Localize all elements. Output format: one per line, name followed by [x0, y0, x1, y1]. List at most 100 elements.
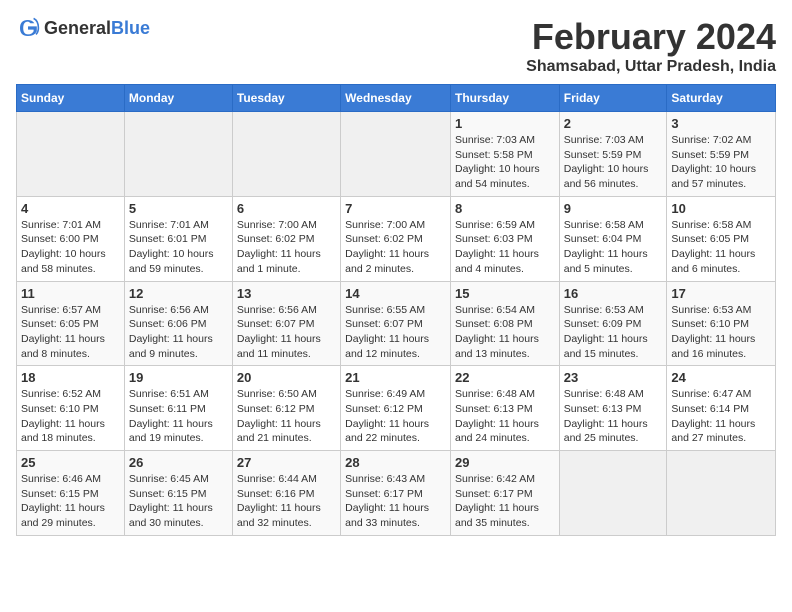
calendar-day-cell: 23Sunrise: 6:48 AM Sunset: 6:13 PM Dayli…: [559, 366, 667, 451]
calendar-day-cell: 29 Sunrise: 6:42 AM Sunset: 6:17 PM Dayli…: [450, 451, 559, 536]
weekday-header-row: SundayMondayTuesdayWednesdayThursdayFrid…: [17, 85, 776, 112]
day-info: Sunrise: 7:01 AM Sunset: 6:00 PM Dayligh…: [21, 218, 120, 277]
day-info: Sunrise: 6:50 AM Sunset: 6:12 PM Dayligh…: [237, 387, 336, 446]
weekday-header-cell: Sunday: [17, 85, 125, 112]
day-number: 22: [455, 370, 555, 385]
day-info: Sunrise: 6:47 AM Sunset: 6:14 PM Dayligh…: [671, 387, 771, 446]
calendar-day-cell: 12Sunrise: 6:56 AM Sunset: 6:06 PM Dayli…: [124, 281, 232, 366]
day-number: 23: [564, 370, 663, 385]
day-number: 7: [345, 201, 446, 216]
day-info: Sunrise: 6:43 AM Sunset: 6:17 PM Dayligh…: [345, 472, 446, 531]
day-info: Sunrise: 6:42 AM Sunset: 6:17 PM Dayligh…: [455, 472, 555, 531]
calendar-day-cell: 3 Sunrise: 7:02 AM Sunset: 5:59 PM Daylig…: [667, 112, 776, 197]
day-number: 24: [671, 370, 771, 385]
calendar-day-cell: 18 Sunrise: 6:52 AM Sunset: 6:10 PM Dayli…: [17, 366, 125, 451]
weekday-header-cell: Thursday: [450, 85, 559, 112]
main-title: February 2024: [526, 16, 776, 58]
calendar-day-cell: [17, 112, 125, 197]
day-info: Sunrise: 6:56 AM Sunset: 6:07 PM Dayligh…: [237, 303, 336, 362]
day-info: Sunrise: 6:46 AM Sunset: 6:15 PM Dayligh…: [21, 472, 120, 531]
day-number: 1: [455, 116, 555, 131]
weekday-header-cell: Saturday: [667, 85, 776, 112]
day-number: 21: [345, 370, 446, 385]
calendar-day-cell: 14Sunrise: 6:55 AM Sunset: 6:07 PM Dayli…: [341, 281, 451, 366]
day-info: Sunrise: 7:02 AM Sunset: 5:59 PM Dayligh…: [671, 133, 771, 192]
day-info: Sunrise: 7:03 AM Sunset: 5:59 PM Dayligh…: [564, 133, 663, 192]
day-info: Sunrise: 7:00 AM Sunset: 6:02 PM Dayligh…: [345, 218, 446, 277]
calendar-day-cell: 11Sunrise: 6:57 AM Sunset: 6:05 PM Dayli…: [17, 281, 125, 366]
day-number: 13: [237, 286, 336, 301]
calendar-day-cell: [667, 451, 776, 536]
day-info: Sunrise: 6:49 AM Sunset: 6:12 PM Dayligh…: [345, 387, 446, 446]
page-header: GeneralBlue February 2024 Shamsabad, Utt…: [16, 16, 776, 76]
calendar-day-cell: 9 Sunrise: 6:58 AM Sunset: 6:04 PM Daylig…: [559, 196, 667, 281]
title-area: February 2024 Shamsabad, Uttar Pradesh, …: [526, 16, 776, 76]
calendar-day-cell: 26Sunrise: 6:45 AM Sunset: 6:15 PM Dayli…: [124, 451, 232, 536]
calendar-day-cell: 7 Sunrise: 7:00 AM Sunset: 6:02 PM Daylig…: [341, 196, 451, 281]
day-number: 8: [455, 201, 555, 216]
calendar-day-cell: 2Sunrise: 7:03 AM Sunset: 5:59 PM Daylig…: [559, 112, 667, 197]
day-number: 29: [455, 455, 555, 470]
day-info: Sunrise: 6:44 AM Sunset: 6:16 PM Dayligh…: [237, 472, 336, 531]
calendar-week-row: 4 Sunrise: 7:01 AM Sunset: 6:00 PM Daylig…: [17, 196, 776, 281]
day-info: Sunrise: 6:56 AM Sunset: 6:06 PM Dayligh…: [129, 303, 228, 362]
day-number: 16: [564, 286, 663, 301]
calendar-week-row: 18 Sunrise: 6:52 AM Sunset: 6:10 PM Dayli…: [17, 366, 776, 451]
calendar-day-cell: 8 Sunrise: 6:59 AM Sunset: 6:03 PM Daylig…: [450, 196, 559, 281]
day-number: 4: [21, 201, 120, 216]
logo-general-text: General: [44, 18, 111, 38]
day-info: Sunrise: 7:03 AM Sunset: 5:58 PM Dayligh…: [455, 133, 555, 192]
day-info: Sunrise: 6:58 AM Sunset: 6:04 PM Dayligh…: [564, 218, 663, 277]
calendar-day-cell: 15Sunrise: 6:54 AM Sunset: 6:08 PM Dayli…: [450, 281, 559, 366]
calendar-day-cell: 20Sunrise: 6:50 AM Sunset: 6:12 PM Dayli…: [232, 366, 340, 451]
day-number: 18: [21, 370, 120, 385]
day-number: 19: [129, 370, 228, 385]
calendar-day-cell: 28 Sunrise: 6:43 AM Sunset: 6:17 PM Dayli…: [341, 451, 451, 536]
day-number: 9: [564, 201, 663, 216]
day-number: 5: [129, 201, 228, 216]
calendar-day-cell: [232, 112, 340, 197]
day-number: 11: [21, 286, 120, 301]
day-info: Sunrise: 6:45 AM Sunset: 6:15 PM Dayligh…: [129, 472, 228, 531]
day-info: Sunrise: 6:54 AM Sunset: 6:08 PM Dayligh…: [455, 303, 555, 362]
calendar-day-cell: [124, 112, 232, 197]
calendar-day-cell: 10 Sunrise: 6:58 AM Sunset: 6:05 PM Dayli…: [667, 196, 776, 281]
calendar-day-cell: 22 Sunrise: 6:48 AM Sunset: 6:13 PM Dayli…: [450, 366, 559, 451]
day-number: 27: [237, 455, 336, 470]
day-number: 10: [671, 201, 771, 216]
day-info: Sunrise: 6:58 AM Sunset: 6:05 PM Dayligh…: [671, 218, 771, 277]
calendar-day-cell: 24 Sunrise: 6:47 AM Sunset: 6:14 PM Dayli…: [667, 366, 776, 451]
day-number: 14: [345, 286, 446, 301]
calendar-day-cell: 6Sunrise: 7:00 AM Sunset: 6:02 PM Daylig…: [232, 196, 340, 281]
calendar-day-cell: 13 Sunrise: 6:56 AM Sunset: 6:07 PM Dayli…: [232, 281, 340, 366]
calendar-week-row: 11Sunrise: 6:57 AM Sunset: 6:05 PM Dayli…: [17, 281, 776, 366]
logo: GeneralBlue: [16, 16, 150, 40]
day-info: Sunrise: 6:52 AM Sunset: 6:10 PM Dayligh…: [21, 387, 120, 446]
day-info: Sunrise: 6:51 AM Sunset: 6:11 PM Dayligh…: [129, 387, 228, 446]
calendar-body: 1 Sunrise: 7:03 AM Sunset: 5:58 PM Daylig…: [17, 112, 776, 536]
calendar-day-cell: 19 Sunrise: 6:51 AM Sunset: 6:11 PM Dayli…: [124, 366, 232, 451]
day-number: 28: [345, 455, 446, 470]
calendar-day-cell: 16Sunrise: 6:53 AM Sunset: 6:09 PM Dayli…: [559, 281, 667, 366]
day-info: Sunrise: 6:48 AM Sunset: 6:13 PM Dayligh…: [455, 387, 555, 446]
calendar-table: SundayMondayTuesdayWednesdayThursdayFrid…: [16, 84, 776, 536]
day-number: 25: [21, 455, 120, 470]
calendar-week-row: 25 Sunrise: 6:46 AM Sunset: 6:15 PM Dayli…: [17, 451, 776, 536]
day-number: 17: [671, 286, 771, 301]
day-info: Sunrise: 6:53 AM Sunset: 6:10 PM Dayligh…: [671, 303, 771, 362]
calendar-day-cell: 1 Sunrise: 7:03 AM Sunset: 5:58 PM Daylig…: [450, 112, 559, 197]
day-number: 3: [671, 116, 771, 131]
calendar-day-cell: 17 Sunrise: 6:53 AM Sunset: 6:10 PM Dayli…: [667, 281, 776, 366]
weekday-header-cell: Friday: [559, 85, 667, 112]
calendar-day-cell: 4 Sunrise: 7:01 AM Sunset: 6:00 PM Daylig…: [17, 196, 125, 281]
day-info: Sunrise: 7:01 AM Sunset: 6:01 PM Dayligh…: [129, 218, 228, 277]
day-number: 6: [237, 201, 336, 216]
calendar-day-cell: [341, 112, 451, 197]
day-info: Sunrise: 6:59 AM Sunset: 6:03 PM Dayligh…: [455, 218, 555, 277]
logo-blue-text: Blue: [111, 18, 150, 38]
calendar-day-cell: [559, 451, 667, 536]
calendar-week-row: 1 Sunrise: 7:03 AM Sunset: 5:58 PM Daylig…: [17, 112, 776, 197]
calendar-day-cell: 25 Sunrise: 6:46 AM Sunset: 6:15 PM Dayli…: [17, 451, 125, 536]
weekday-header-cell: Tuesday: [232, 85, 340, 112]
weekday-header-cell: Wednesday: [341, 85, 451, 112]
